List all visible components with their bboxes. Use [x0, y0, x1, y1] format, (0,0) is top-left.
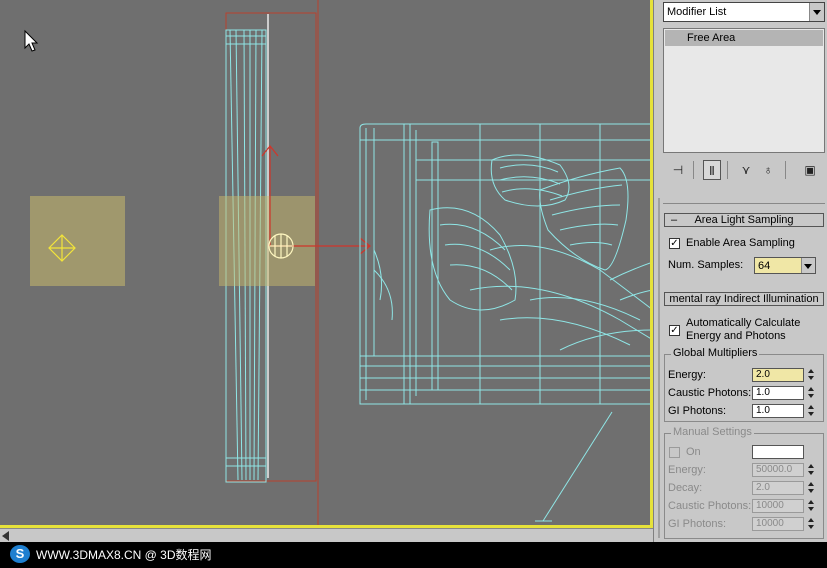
- auto-calculate-label-line2: Energy and Photons: [686, 330, 786, 342]
- num-samples-label: Num. Samples:: [668, 259, 744, 271]
- remove-modifier-icon[interactable]: ♁: [759, 160, 777, 180]
- separator: [693, 161, 694, 179]
- caustic-photons-label: Caustic Photons:: [668, 387, 752, 399]
- rollout-title-text: mental ray Indirect Illumination: [669, 293, 819, 305]
- dropdown-button[interactable]: [809, 3, 824, 21]
- gi-photons-field[interactable]: 1.0: [752, 404, 804, 418]
- site-logo-icon: S: [10, 545, 30, 563]
- manual-on-checkbox[interactable]: [669, 447, 680, 458]
- enable-area-sampling-checkbox[interactable]: ✓: [669, 238, 680, 249]
- num-samples-value: 64: [758, 260, 771, 272]
- pin-stack-icon[interactable]: ⊣: [669, 160, 687, 180]
- manual-caustic-photons-field[interactable]: 10000: [752, 499, 804, 513]
- viewport-scene[interactable]: [0, 0, 653, 528]
- separator: [727, 161, 728, 179]
- energy-field[interactable]: 2.0: [752, 368, 804, 382]
- light-source-icon: [268, 233, 294, 259]
- auto-calculate-checkbox[interactable]: ✓: [669, 325, 680, 336]
- sofa-wireframe: [359, 123, 653, 405]
- num-samples-dropdown[interactable]: 64: [754, 257, 816, 274]
- chevron-down-icon: [813, 10, 821, 15]
- chevron-down-icon: [804, 264, 812, 269]
- dropdown-button[interactable]: [801, 258, 815, 273]
- manual-color-swatch[interactable]: [752, 445, 804, 459]
- configure-modifier-sets-icon[interactable]: ▣: [801, 160, 819, 180]
- area-light-gizmo-center: [219, 196, 315, 286]
- modifier-stack[interactable]: Free Area: [663, 28, 825, 153]
- mouse-cursor-icon: [24, 29, 39, 52]
- energy-label: Energy:: [668, 369, 706, 381]
- perspective-viewport[interactable]: [0, 0, 653, 528]
- separator: [785, 161, 786, 179]
- manual-gi-photons-label: GI Photons:: [668, 518, 727, 530]
- energy-spinner[interactable]: [806, 368, 816, 382]
- caustic-photons-field[interactable]: 1.0: [752, 386, 804, 400]
- manual-on-label: On: [686, 446, 701, 458]
- panel-scrollbar[interactable]: [658, 198, 660, 538]
- enable-area-sampling-label: Enable Area Sampling: [686, 237, 795, 249]
- modifier-list-dropdown[interactable]: Modifier List: [663, 2, 825, 22]
- watermark-text: WWW.3DMAX8.CN @ 3D数程网: [36, 548, 212, 562]
- group-title: Global Multipliers: [671, 347, 760, 359]
- manual-decay-label: Decay:: [668, 482, 703, 494]
- show-end-result-icon[interactable]: Ⅱ: [703, 160, 721, 180]
- gi-photons-spinner[interactable]: [806, 404, 816, 418]
- collapsed-rollout-edge: [663, 193, 825, 204]
- manual-decay-field[interactable]: 2.0: [752, 481, 804, 495]
- manual-decay-spinner[interactable]: [806, 481, 816, 495]
- stack-item-free-area[interactable]: Free Area: [665, 30, 823, 46]
- time-slider[interactable]: [0, 528, 653, 543]
- group-title: Manual Settings: [671, 426, 754, 438]
- make-unique-icon[interactable]: ⋎: [737, 160, 755, 180]
- manual-energy-field[interactable]: 50000.0: [752, 463, 804, 477]
- manual-energy-spinner[interactable]: [806, 463, 816, 477]
- rollout-area-light-sampling[interactable]: – Area Light Sampling: [664, 213, 824, 227]
- rollout-title: Area Light Sampling: [694, 214, 794, 226]
- stack-toolbar: ⊣ Ⅱ ⋎ ♁ ▣: [663, 158, 825, 184]
- manual-caustic-photons-spinner[interactable]: [806, 499, 816, 513]
- caustic-photons-spinner[interactable]: [806, 386, 816, 400]
- manual-caustic-photons-label: Caustic Photons:: [668, 500, 752, 512]
- gi-photons-label: GI Photons:: [668, 405, 727, 417]
- manual-energy-label: Energy:: [668, 464, 706, 476]
- time-slider-arrow-icon[interactable]: [2, 531, 9, 541]
- light-direction-line: [542, 411, 613, 522]
- rollout-title: mental ray Indirect Illumination: [665, 293, 823, 305]
- modifier-list-label: Modifier List: [667, 6, 727, 18]
- manual-gi-photons-field[interactable]: 10000: [752, 517, 804, 531]
- manual-gi-photons-spinner[interactable]: [806, 517, 816, 531]
- stack-item-label: Free Area: [687, 32, 736, 44]
- auto-calculate-label-line1: Automatically Calculate: [686, 317, 801, 329]
- area-light-gizmo-left: [30, 196, 125, 286]
- rollout-indirect-illumination[interactable]: mental ray Indirect Illumination: [664, 292, 824, 306]
